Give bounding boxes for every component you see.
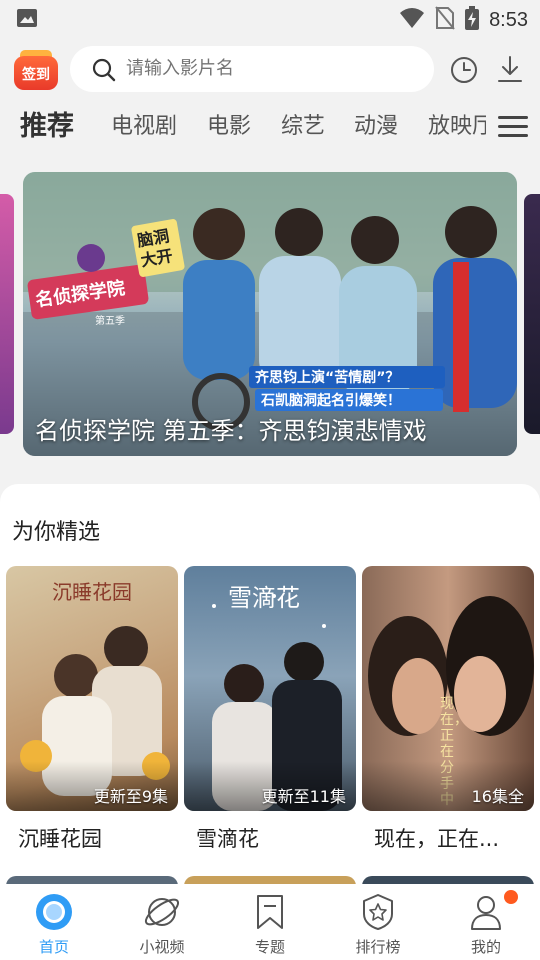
video-title: 雪滴花	[196, 827, 259, 851]
home-icon	[36, 894, 72, 930]
search-input[interactable]	[126, 46, 416, 92]
clock-time: 8:53	[489, 8, 528, 31]
nav-profile[interactable]: 我的	[432, 884, 540, 960]
video-poster[interactable]: 沉睡花园 更新至9集	[6, 566, 178, 811]
nav-topics[interactable]: 专题	[216, 884, 324, 960]
planet-icon	[144, 898, 180, 926]
video-poster[interactable]: 现在，正在分手中 16集全	[362, 566, 534, 811]
wifi-icon	[399, 7, 425, 33]
video-title: 沉睡花园	[18, 827, 102, 851]
episode-badge: 更新至11集	[261, 787, 346, 806]
caption-line-1: 齐思钧上演“苦情剧”？	[255, 370, 400, 386]
tab-tv-series[interactable]: 电视剧	[111, 100, 177, 154]
season-tag: 第五季	[95, 316, 125, 327]
status-bar: 8:53	[0, 0, 540, 36]
nav-label: 小视频	[139, 938, 185, 956]
tab-screening-hall[interactable]: 放映厅	[428, 100, 486, 154]
video-card[interactable]: 雪滴花 更新至11集 雪滴花	[184, 566, 356, 853]
category-tabs: 推荐 电视剧 电影 综艺 动漫 放映厅	[0, 100, 540, 154]
nav-label: 专题	[254, 938, 285, 956]
tab-recommend[interactable]: 推荐	[20, 100, 74, 154]
tab-variety[interactable]: 综艺	[281, 100, 325, 154]
search-icon	[92, 58, 116, 82]
tab-movies[interactable]: 电影	[207, 100, 251, 154]
poster-title-text: 雪滴花	[228, 584, 300, 612]
nav-short-video[interactable]: 小视频	[108, 884, 216, 960]
nav-home[interactable]: 首页	[0, 884, 108, 960]
video-card[interactable]: 沉睡花园 更新至9集 沉睡花园	[6, 566, 178, 853]
nav-label: 我的	[470, 938, 501, 956]
search-bar[interactable]	[70, 46, 434, 92]
section-title: 为你精选	[12, 520, 101, 545]
video-card[interactable]: 现在，正在分手中 16集全 现在，正在...	[362, 566, 534, 853]
battery-charging-icon	[465, 6, 480, 34]
notification-dot	[504, 890, 518, 904]
star-shield-icon	[363, 894, 393, 930]
banner-title: 名侦探学院 第五季：齐思钧演悲情戏	[35, 417, 427, 445]
nav-rankings[interactable]: 排行榜	[324, 884, 432, 960]
video-title: 现在，正在...	[374, 827, 500, 851]
banner-next-slide[interactable]	[524, 194, 540, 434]
caption-line-2: 石凯脑洞起名引爆笑！	[261, 393, 401, 409]
no-sim-icon	[435, 6, 455, 34]
top-bar: 签到	[0, 46, 540, 94]
menu-icon[interactable]	[498, 116, 528, 138]
download-icon[interactable]	[496, 54, 524, 84]
video-poster[interactable]: 雪滴花 更新至11集	[184, 566, 356, 811]
nav-label: 首页	[38, 938, 69, 956]
person-icon	[471, 896, 501, 930]
nav-label: 排行榜	[355, 938, 401, 956]
poster-title-text: 沉睡花园	[52, 580, 132, 604]
banner-slide[interactable]: 名侦探学院 第五季 脑洞大开 齐思钧上演“苦情剧”？ 石凯脑洞起名引爆笑！ 名侦…	[23, 172, 517, 456]
banner-carousel[interactable]: 名侦探学院 第五季 脑洞大开 齐思钧上演“苦情剧”？ 石凯脑洞起名引爆笑！ 名侦…	[0, 172, 540, 456]
tab-anime[interactable]: 动漫	[354, 100, 398, 154]
banner-prev-slide[interactable]	[0, 194, 14, 434]
gallery-notification-icon	[16, 8, 38, 32]
bottom-navigation: 首页 小视频 专题 排行榜 我的	[0, 884, 540, 960]
signin-button[interactable]: 签到	[14, 50, 58, 90]
signin-label: 签到	[22, 67, 50, 83]
bookmark-icon	[257, 895, 283, 929]
episode-badge: 16集全	[471, 787, 524, 806]
episode-badge: 更新至9集	[93, 787, 168, 806]
sticker-text: 脑洞大开	[135, 226, 175, 271]
history-icon[interactable]	[450, 56, 478, 84]
